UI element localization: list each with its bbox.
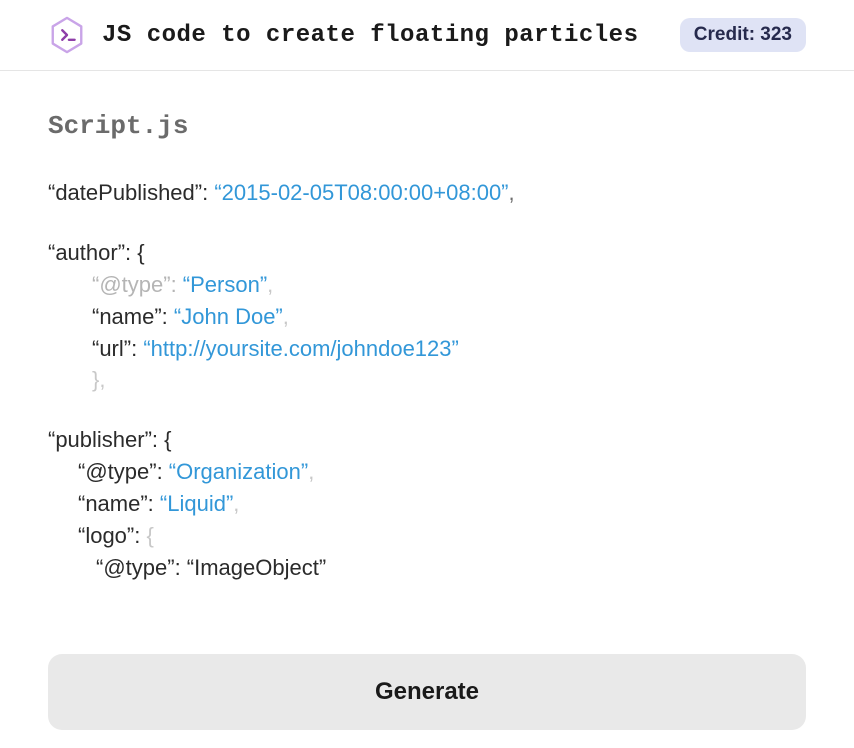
code-line: “name”: “John Doe”,: [48, 301, 806, 333]
credit-badge: Credit: 323: [680, 18, 806, 52]
page-title: JS code to create floating particles: [102, 22, 638, 49]
filename-label: Script.js: [48, 111, 806, 141]
code-block: “datePublished”: “2015-02-05T08:00:00+08…: [48, 177, 806, 584]
code-line: },: [48, 364, 806, 396]
code-line: “@type”: “ImageObject”: [48, 552, 806, 584]
header: JS code to create floating particles Cre…: [0, 0, 854, 71]
code-line: “publisher”: {: [48, 424, 806, 456]
code-line: “author”: {: [48, 237, 806, 269]
code-line: “@type”: “Organization”,: [48, 456, 806, 488]
code-line: “name”: “Liquid”,: [48, 488, 806, 520]
code-line: “url”: “http://yoursite.com/johndoe123”: [48, 333, 806, 365]
content-area: Script.js “datePublished”: “2015-02-05T0…: [0, 71, 854, 608]
code-line: “@type”: “Person”,: [48, 269, 806, 301]
generate-button[interactable]: Generate: [48, 654, 806, 730]
code-line: “datePublished”: “2015-02-05T08:00:00+08…: [48, 177, 806, 209]
app-logo-icon: [48, 16, 86, 54]
code-line: “logo”: {: [48, 520, 806, 552]
